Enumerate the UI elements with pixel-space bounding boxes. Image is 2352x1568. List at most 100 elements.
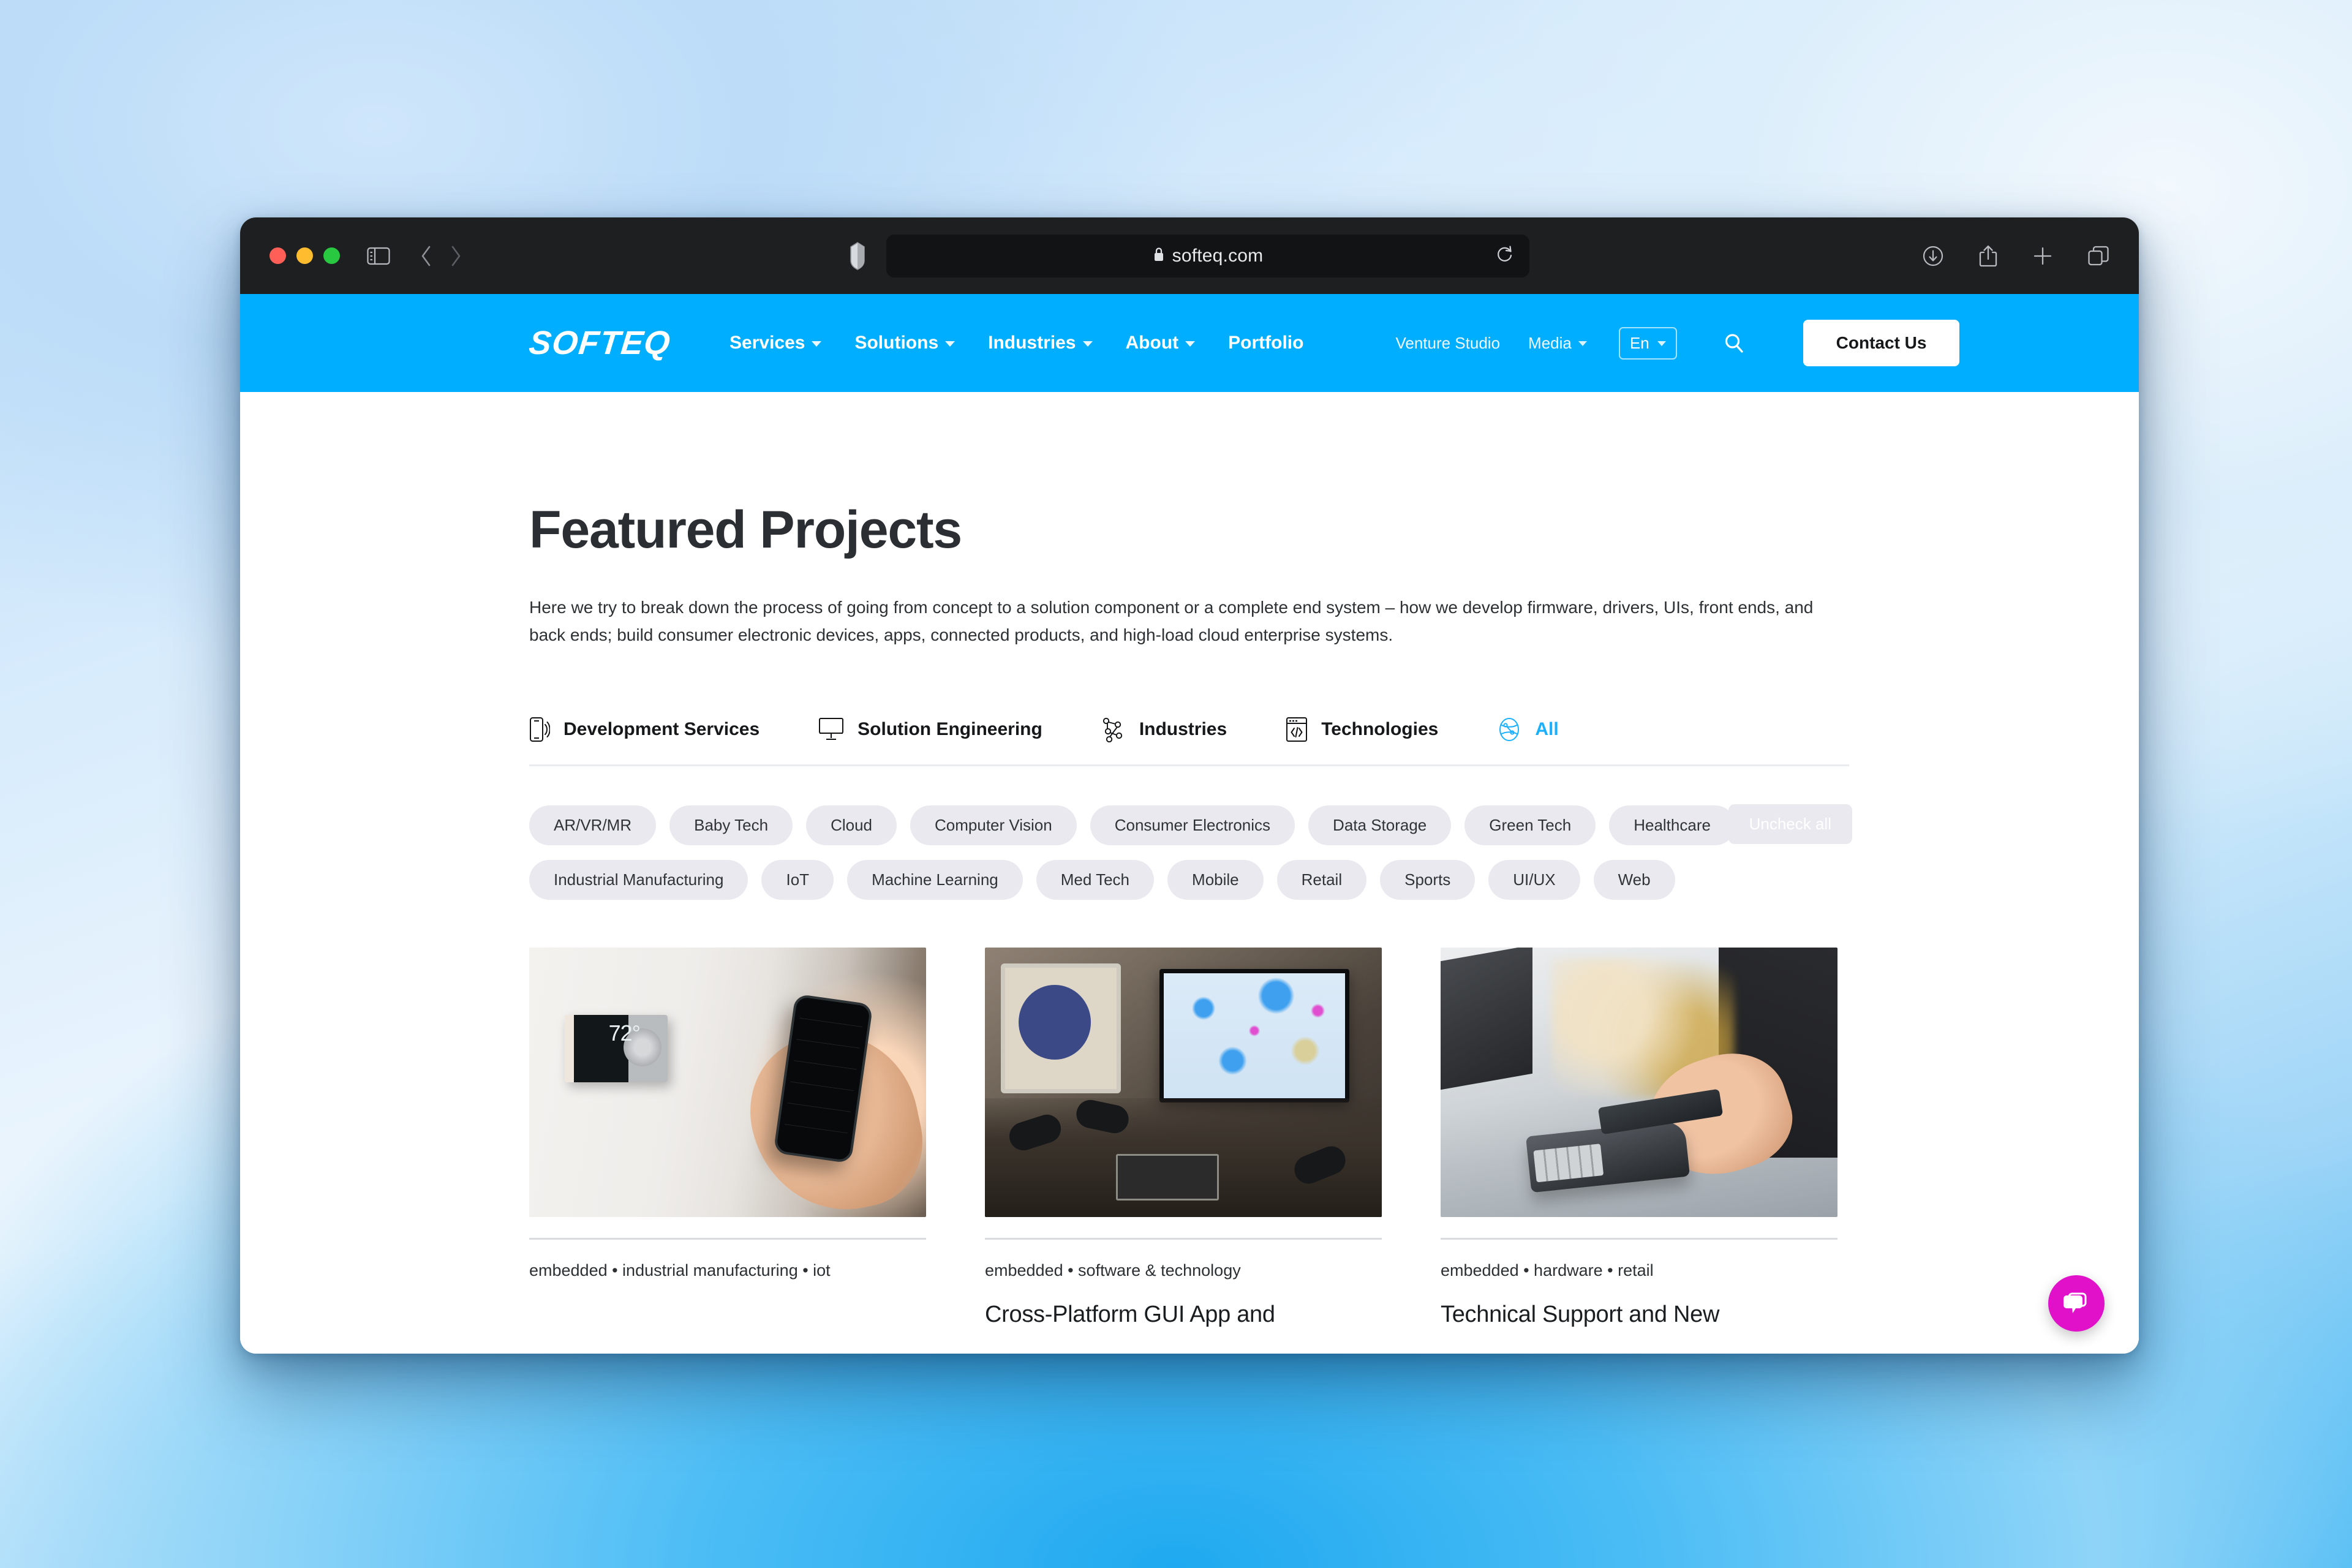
browser-toolbar: softeq.com	[240, 217, 2139, 294]
contactless-payment-terminal-photo	[1441, 947, 1838, 1217]
browser-window: softeq.com SOFTEQ Services Solutions Ind…	[240, 217, 2139, 1354]
filter-chip[interactable]: Cloud	[806, 805, 897, 845]
chart-plotter-screen	[1159, 968, 1350, 1102]
nav-item-media[interactable]: Media	[1528, 334, 1587, 353]
nav-label: Venture Studio	[1395, 333, 1501, 352]
new-tab-icon[interactable]	[2032, 246, 2053, 266]
softeq-logo[interactable]: SOFTEQ	[527, 324, 673, 362]
tab-solution-engineering[interactable]: Solution Engineering	[818, 717, 1101, 742]
project-title: Technical Support and New	[1441, 1301, 1720, 1327]
chevron-down-icon	[945, 341, 956, 347]
toolbar-right-group	[1922, 244, 2109, 268]
language-value: En	[1629, 333, 1649, 352]
tab-industries[interactable]: Industries	[1101, 717, 1286, 742]
filter-chip[interactable]: Consumer Electronics	[1090, 805, 1295, 845]
nav-item-about[interactable]: About	[1126, 333, 1196, 353]
primary-navigation: Services Solutions Industries About Port…	[729, 333, 1303, 353]
contact-us-button[interactable]: Contact Us	[1803, 320, 1960, 366]
tab-development-services[interactable]: Development Services	[529, 717, 818, 742]
ship-bridge-navigation-console-photo	[985, 947, 1382, 1217]
nav-label: Services	[729, 333, 805, 353]
filter-chip[interactable]: Sports	[1380, 859, 1476, 900]
desktop-monitor-icon	[818, 717, 844, 742]
filter-chip[interactable]: Med Tech	[1036, 859, 1155, 900]
back-arrow-icon[interactable]	[420, 245, 433, 267]
tab-overview-icon[interactable]	[2087, 245, 2109, 267]
project-card[interactable]: embedded • software & technology Cross-P…	[985, 947, 1382, 1330]
nav-label: Industries	[988, 333, 1076, 353]
nav-item-industries[interactable]: Industries	[988, 333, 1093, 353]
tab-label: Industries	[1139, 718, 1227, 739]
keypad	[1115, 1154, 1219, 1201]
page-title: Featured Projects	[529, 500, 962, 559]
nav-item-solutions[interactable]: Solutions	[854, 333, 956, 353]
project-card[interactable]: 72° embedded • industrial manufacturing …	[529, 947, 926, 1330]
desktop-background: softeq.com SOFTEQ Services Solutions Ind…	[0, 0, 2352, 1568]
toolbar-center-group: softeq.com	[822, 217, 1557, 294]
downloads-icon[interactable]	[1922, 245, 1944, 267]
code-window-icon	[1286, 717, 1308, 742]
share-icon[interactable]	[1978, 244, 1998, 268]
shield-icon[interactable]	[850, 241, 865, 270]
smart-thermostat-photo: 72°	[529, 947, 926, 1217]
search-icon[interactable]	[1724, 333, 1744, 353]
filter-chip[interactable]: UI/UX	[1488, 859, 1580, 900]
reload-icon[interactable]	[1496, 244, 1513, 267]
close-button[interactable]	[270, 247, 286, 264]
project-tags: embedded • industrial manufacturing • io…	[529, 1261, 831, 1280]
radar-display	[1000, 963, 1121, 1094]
chevron-down-icon	[1185, 341, 1196, 347]
nav-label: Media	[1528, 333, 1572, 352]
filter-chip-area: AR/VR/MR Baby Tech Cloud Computer Vision…	[529, 804, 1852, 900]
tab-label: All	[1535, 718, 1559, 739]
tab-label: Technologies	[1321, 718, 1439, 739]
nav-label: Portfolio	[1228, 333, 1304, 353]
filter-chip[interactable]: Industrial Manufacturing	[529, 859, 748, 900]
nav-label: Solutions	[854, 333, 939, 353]
globe-circuit-icon	[1497, 717, 1521, 742]
filter-chip[interactable]: Mobile	[1167, 859, 1264, 900]
network-nodes-icon	[1101, 717, 1126, 742]
page-content: Featured Projects Here we try to break d…	[240, 392, 2139, 1354]
filter-chip[interactable]: IoT	[761, 859, 834, 900]
tab-technologies[interactable]: Technologies	[1286, 717, 1497, 742]
address-bar[interactable]: softeq.com	[886, 234, 1529, 277]
tab-label: Solution Engineering	[858, 718, 1042, 739]
secondary-navigation: Venture Studio Media En	[1395, 326, 1744, 360]
tab-all[interactable]: All	[1497, 717, 1559, 742]
category-tab-strip: Development Services Solution Engineerin…	[529, 717, 1849, 766]
filter-chip[interactable]: Web	[1593, 859, 1675, 900]
filter-chip[interactable]: Retail	[1276, 859, 1367, 900]
thermostat-temperature-reading: 72°	[608, 1020, 641, 1046]
project-tags: embedded • hardware • retail	[1441, 1261, 1654, 1280]
page-intro-text: Here we try to break down the process of…	[529, 598, 1814, 645]
project-card[interactable]: embedded • hardware • retail Technical S…	[1441, 947, 1838, 1330]
filter-chip[interactable]: Machine Learning	[847, 859, 1023, 900]
filter-chip[interactable]: Data Storage	[1308, 805, 1452, 845]
chevron-down-icon	[812, 341, 822, 347]
filter-chip[interactable]: AR/VR/MR	[529, 805, 657, 845]
nav-item-portfolio[interactable]: Portfolio	[1228, 333, 1303, 353]
minimize-button[interactable]	[296, 247, 313, 264]
nav-item-services[interactable]: Services	[729, 333, 822, 353]
terminal-keypad	[1532, 1144, 1604, 1183]
filter-chip[interactable]: Green Tech	[1464, 805, 1596, 845]
url-text: softeq.com	[1172, 245, 1264, 266]
nautical-chart	[1164, 973, 1346, 1098]
site-header: SOFTEQ Services Solutions Industries Abo…	[240, 294, 2139, 392]
language-selector[interactable]: En	[1618, 326, 1677, 360]
forward-arrow-icon[interactable]	[449, 245, 462, 267]
chat-bubble-icon[interactable]	[2048, 1275, 2105, 1332]
chevron-down-icon	[1578, 341, 1587, 346]
filter-row-2: Industrial Manufacturing IoT Machine Lea…	[529, 859, 1852, 900]
filter-chip[interactable]: Healthcare	[1609, 805, 1735, 845]
nav-item-venture-studio[interactable]: Venture Studio	[1395, 334, 1500, 353]
tab-label: Development Services	[564, 718, 760, 739]
sidebar-toggle-icon[interactable]	[367, 246, 390, 266]
uncheck-all-button[interactable]: Uncheck all	[1728, 804, 1852, 844]
filter-chip[interactable]: Baby Tech	[669, 805, 793, 845]
lock-icon	[1153, 246, 1165, 265]
filter-chip[interactable]: Computer Vision	[910, 805, 1077, 845]
maximize-button[interactable]	[323, 247, 340, 264]
divider	[1441, 1237, 1838, 1240]
